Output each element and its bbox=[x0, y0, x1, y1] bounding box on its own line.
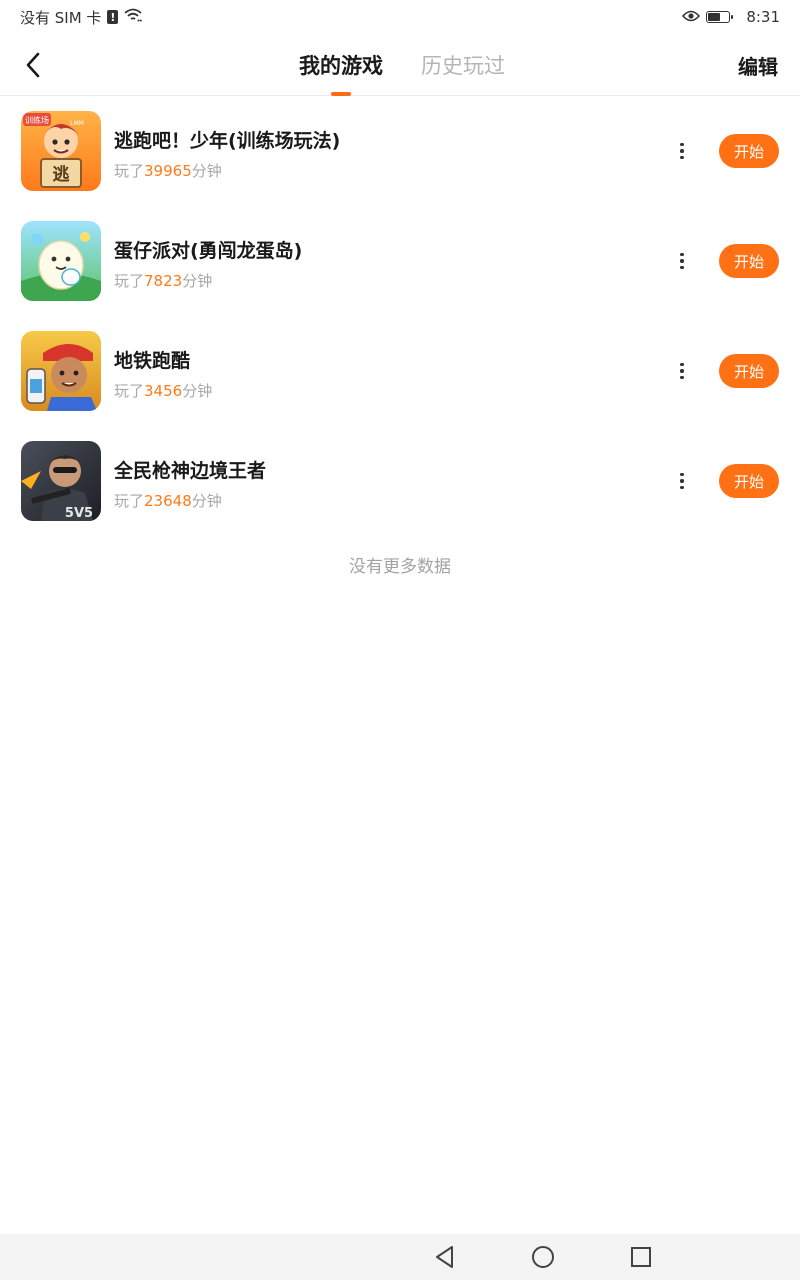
more-options-button[interactable] bbox=[672, 246, 692, 276]
icon-sign-text: 逃 bbox=[53, 164, 71, 185]
more-dot bbox=[680, 362, 684, 367]
icon-badge-text: 训练场 bbox=[25, 115, 49, 125]
back-triangle-icon[interactable] bbox=[432, 1244, 458, 1270]
more-options-button[interactable] bbox=[672, 356, 692, 386]
icon-tag-text: LMM bbox=[70, 120, 84, 127]
edit-button[interactable]: 编辑 bbox=[738, 34, 778, 96]
sim-alert-icon: ! bbox=[107, 10, 119, 24]
tab-my-games[interactable]: 我的游戏 bbox=[299, 34, 383, 96]
play-time-prefix: 玩了 bbox=[114, 162, 145, 180]
game-name: 地铁跑酷 bbox=[114, 350, 191, 372]
game-icon[interactable] bbox=[21, 331, 101, 411]
game-name: 蛋仔派对(勇闯龙蛋岛) bbox=[114, 240, 303, 262]
navigation-bar bbox=[0, 1234, 800, 1280]
more-dot bbox=[680, 375, 684, 380]
screen: 没有 SIM 卡 ! 8:31 我的游戏 历史玩过 编辑 训练场 逃 LMM 逃… bbox=[0, 0, 800, 1280]
game-item[interactable]: 地铁跑酷 玩了3456分钟 开始 bbox=[0, 316, 800, 426]
more-dot bbox=[680, 472, 684, 477]
more-options-button[interactable] bbox=[672, 466, 692, 496]
status-right: 8:31 bbox=[682, 8, 780, 26]
play-time: 玩了7823分钟 bbox=[114, 270, 212, 291]
game-icon[interactable] bbox=[21, 221, 101, 301]
play-time-unit: 分钟 bbox=[182, 382, 213, 400]
more-dot bbox=[680, 252, 684, 257]
more-dot bbox=[680, 149, 684, 153]
game-name: 全民枪神边境王者 bbox=[114, 460, 267, 482]
play-time: 玩了39965分钟 bbox=[114, 160, 222, 181]
no-more-data-text: 没有更多数据 bbox=[349, 557, 451, 577]
more-dot bbox=[680, 479, 684, 483]
wifi-icon bbox=[124, 8, 143, 26]
more-dot bbox=[680, 142, 684, 147]
battery-icon bbox=[706, 11, 734, 23]
more-options-button[interactable] bbox=[672, 136, 692, 166]
tab-label: 历史玩过 bbox=[421, 54, 505, 78]
play-time-minutes: 3456 bbox=[144, 382, 183, 400]
eye-icon bbox=[682, 8, 701, 26]
play-time-prefix: 玩了 bbox=[114, 382, 145, 400]
game-icon[interactable]: 训练场 逃 LMM bbox=[21, 111, 101, 191]
play-time-unit: 分钟 bbox=[191, 162, 222, 180]
carrier-text: 没有 SIM 卡 bbox=[20, 8, 102, 27]
icon-tag-text: 5V5 bbox=[65, 506, 93, 521]
play-time: 玩了3456分钟 bbox=[114, 380, 212, 401]
play-time-prefix: 玩了 bbox=[114, 272, 145, 290]
recents-square-icon[interactable] bbox=[628, 1244, 654, 1270]
start-button[interactable]: 开始 bbox=[719, 354, 779, 388]
start-button[interactable]: 开始 bbox=[719, 134, 779, 168]
home-circle-icon[interactable] bbox=[530, 1244, 556, 1270]
status-left: 没有 SIM 卡 ! bbox=[20, 7, 143, 28]
more-dot bbox=[680, 259, 684, 263]
play-time-unit: 分钟 bbox=[191, 492, 222, 510]
game-list: 训练场 逃 LMM 逃跑吧！少年(训练场玩法) 玩了39965分钟 开始 蛋仔派… bbox=[0, 96, 800, 536]
game-item[interactable]: 训练场 逃 LMM 逃跑吧！少年(训练场玩法) 玩了39965分钟 开始 bbox=[0, 96, 800, 206]
play-time-prefix: 玩了 bbox=[114, 492, 145, 510]
tab-label: 我的游戏 bbox=[299, 54, 383, 78]
more-dot bbox=[680, 265, 684, 270]
clock-text: 8:31 bbox=[746, 8, 780, 26]
more-dot bbox=[680, 369, 684, 373]
header: 我的游戏 历史玩过 编辑 bbox=[0, 34, 800, 96]
play-time-minutes: 39965 bbox=[144, 162, 192, 180]
game-item[interactable]: 5V5 全民枪神边境王者 玩了23648分钟 开始 bbox=[0, 426, 800, 536]
play-time: 玩了23648分钟 bbox=[114, 490, 222, 511]
more-dot bbox=[680, 155, 684, 160]
start-button[interactable]: 开始 bbox=[719, 464, 779, 498]
play-time-minutes: 7823 bbox=[144, 272, 183, 290]
play-time-unit: 分钟 bbox=[182, 272, 213, 290]
more-dot bbox=[680, 485, 684, 490]
tab-history[interactable]: 历史玩过 bbox=[421, 34, 505, 96]
play-time-minutes: 23648 bbox=[144, 492, 192, 510]
start-button[interactable]: 开始 bbox=[719, 244, 779, 278]
status-bar: 没有 SIM 卡 ! 8:31 bbox=[0, 0, 800, 34]
tab-bar: 我的游戏 历史玩过 bbox=[0, 34, 800, 96]
game-item[interactable]: 蛋仔派对(勇闯龙蛋岛) 玩了7823分钟 开始 bbox=[0, 206, 800, 316]
game-icon[interactable]: 5V5 bbox=[21, 441, 101, 521]
game-name: 逃跑吧！少年(训练场玩法) bbox=[114, 130, 341, 152]
